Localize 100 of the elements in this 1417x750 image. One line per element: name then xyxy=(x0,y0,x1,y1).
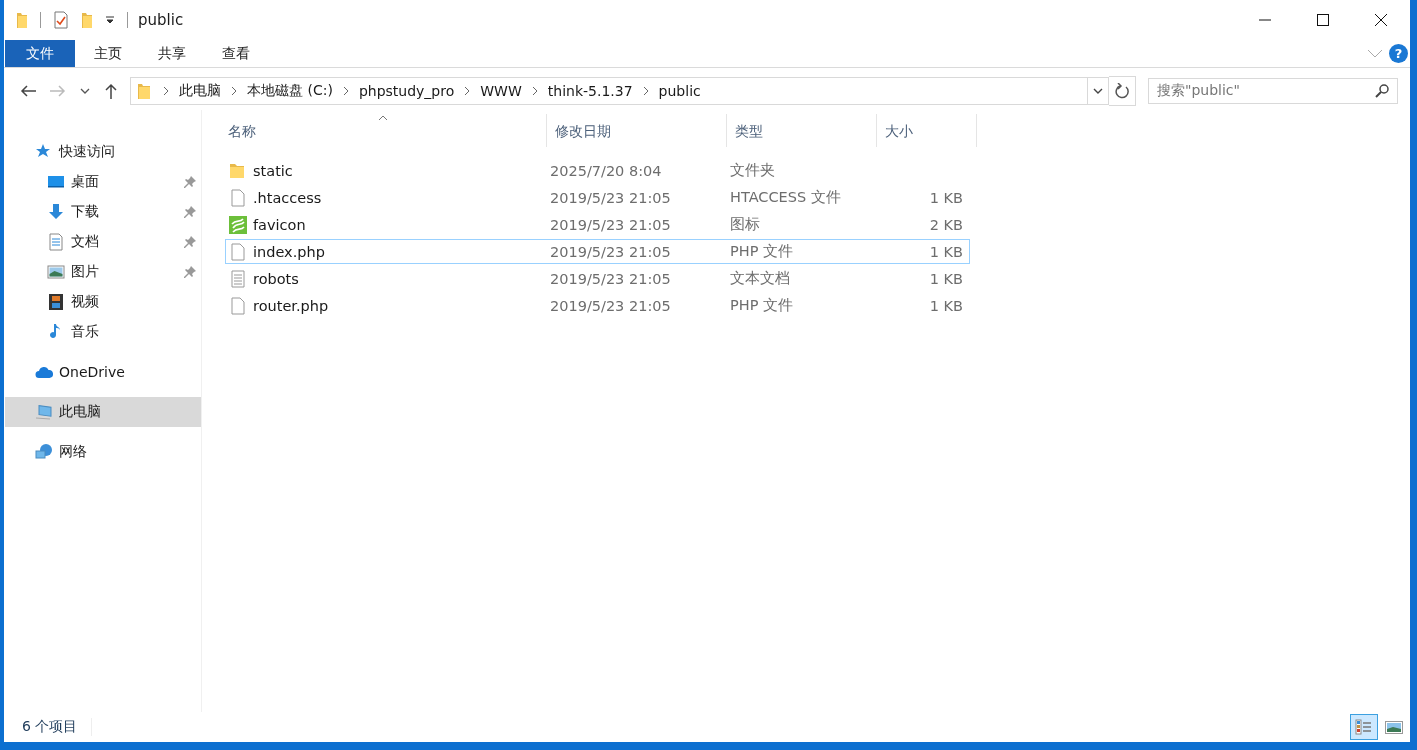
monitor-icon xyxy=(47,173,65,191)
sidebar-item[interactable]: 图片 xyxy=(5,257,201,287)
file-name: static xyxy=(253,162,293,179)
close-icon xyxy=(1375,14,1387,26)
picture-icon xyxy=(47,263,65,281)
file-row[interactable]: robots 2019/5/23 21:05 文本文档 1 KB xyxy=(225,266,970,291)
pin-icon[interactable] xyxy=(184,176,196,188)
file-type: HTACCESS 文件 xyxy=(729,188,842,207)
file-size: 2 KB xyxy=(928,216,964,233)
file-name: index.php xyxy=(253,243,325,260)
file-icon xyxy=(229,296,247,315)
item-count: 6 个项目 xyxy=(4,718,93,736)
folder-icon xyxy=(229,161,247,180)
sidebar-item[interactable]: 快速访问 xyxy=(5,137,201,167)
breadcrumb[interactable]: 此电脑 xyxy=(173,82,227,100)
column-header[interactable]: 名称 xyxy=(220,114,547,147)
breadcrumb[interactable]: 本地磁盘 (C:) xyxy=(241,82,339,100)
column-header[interactable]: 修改日期 xyxy=(547,114,727,147)
chevron-icon xyxy=(342,86,349,96)
chevron-icon xyxy=(163,86,169,96)
details-view-icon xyxy=(1355,719,1373,735)
address-bar[interactable]: 此电脑 本地磁盘 (C:) phpstudy_pro WWW think-5.1.37 public xyxy=(130,77,1109,105)
pin-icon[interactable] xyxy=(184,236,196,248)
sort-caret-icon xyxy=(378,115,388,121)
chevron-icon xyxy=(464,86,471,96)
file-size: 1 KB xyxy=(928,189,964,206)
file-type: PHP 文件 xyxy=(729,296,794,315)
folder-icon[interactable] xyxy=(81,11,93,29)
search-field[interactable]: 搜索"public" xyxy=(1148,78,1398,104)
file-row[interactable]: index.php 2019/5/23 21:05 PHP 文件 1 KB xyxy=(225,239,970,264)
document-icon xyxy=(47,233,65,251)
file-name: router.php xyxy=(253,297,329,314)
refresh-button[interactable] xyxy=(1109,76,1136,106)
window-title: public xyxy=(138,11,184,29)
image-file-icon xyxy=(229,215,247,234)
file-type: 文本文档 xyxy=(729,269,791,288)
folder-icon xyxy=(137,82,151,100)
file-type: PHP 文件 xyxy=(729,242,794,261)
file-size: 1 KB xyxy=(928,243,964,260)
modified-date: 2019/5/23 21:05 xyxy=(549,243,672,260)
column-header[interactable]: 类型 xyxy=(727,114,877,147)
sidebar-item[interactable]: 此电脑 xyxy=(5,397,201,427)
file-name: robots xyxy=(253,270,299,287)
recent-locations-icon[interactable] xyxy=(80,87,90,95)
sidebar-item[interactable]: 下载 xyxy=(5,197,201,227)
breadcrumb[interactable]: think-5.1.37 xyxy=(541,83,639,99)
file-name: favicon xyxy=(253,216,306,233)
pin-icon[interactable] xyxy=(184,266,196,278)
expand-ribbon-icon[interactable] xyxy=(1367,48,1383,59)
file-type: 图标 xyxy=(729,215,761,234)
text-file-icon xyxy=(229,269,247,288)
maximize-icon xyxy=(1317,14,1329,26)
checklist-icon[interactable] xyxy=(53,11,69,29)
caret-icon xyxy=(1093,87,1103,95)
back-arrow-icon[interactable] xyxy=(20,84,36,98)
ribbon-tab[interactable]: 主页 xyxy=(77,40,139,67)
sidebar-item[interactable]: OneDrive xyxy=(5,357,201,387)
file-name: .htaccess xyxy=(253,189,322,206)
down-arrow-icon xyxy=(47,203,65,221)
sidebar-item[interactable]: 桌面 xyxy=(5,167,201,197)
ribbon-tab[interactable]: 共享 xyxy=(141,40,203,67)
refresh-icon xyxy=(1115,83,1129,99)
pin-icon[interactable] xyxy=(184,206,196,218)
search-icon xyxy=(1375,84,1389,98)
modified-date: 2019/5/23 21:05 xyxy=(549,270,672,287)
file-row[interactable]: .htaccess 2019/5/23 21:05 HTACCESS 文件 1 KB xyxy=(225,185,970,210)
file-menu-button[interactable]: 文件 xyxy=(5,40,75,67)
chevron-icon xyxy=(531,86,538,96)
sidebar-item[interactable]: 文档 xyxy=(5,227,201,257)
sidebar-item[interactable]: 网络 xyxy=(5,437,201,467)
ribbon-tab[interactable]: 查看 xyxy=(205,40,267,67)
details-view-button[interactable] xyxy=(1350,714,1378,740)
column-header[interactable]: 大小 xyxy=(877,114,977,147)
file-row[interactable]: static 2025/7/20 8:04 文件夹 xyxy=(225,158,970,183)
help-button[interactable]: ? xyxy=(1389,44,1408,63)
network-icon xyxy=(35,443,53,461)
picture-icon xyxy=(1385,719,1403,735)
modified-date: 2025/7/20 8:04 xyxy=(549,162,663,179)
forward-arrow-icon[interactable] xyxy=(50,84,66,98)
sidebar-item[interactable]: 音乐 xyxy=(5,317,201,347)
up-arrow-icon[interactable] xyxy=(104,83,118,99)
chevron-icon xyxy=(642,86,649,96)
breadcrumb[interactable]: public xyxy=(652,83,707,99)
file-icon xyxy=(229,188,247,207)
computer-icon xyxy=(35,403,53,421)
file-row[interactable]: favicon 2019/5/23 21:05 图标 2 KB xyxy=(225,212,970,237)
file-icon xyxy=(229,242,247,261)
film-icon xyxy=(47,293,65,311)
file-size: 1 KB xyxy=(928,297,964,314)
modified-date: 2019/5/23 21:05 xyxy=(549,297,672,314)
chevron-icon xyxy=(231,86,237,96)
sidebar-item[interactable]: 视频 xyxy=(5,287,201,317)
breadcrumb[interactable]: phpstudy_pro xyxy=(352,83,461,99)
folder-icon[interactable] xyxy=(16,11,28,29)
file-size: 1 KB xyxy=(928,270,964,287)
modified-date: 2019/5/23 21:05 xyxy=(549,216,672,233)
breadcrumb[interactable]: WWW xyxy=(474,83,528,99)
file-type: 文件夹 xyxy=(729,161,776,180)
file-row[interactable]: router.php 2019/5/23 21:05 PHP 文件 1 KB xyxy=(225,293,970,318)
modified-date: 2019/5/23 21:05 xyxy=(549,189,672,206)
